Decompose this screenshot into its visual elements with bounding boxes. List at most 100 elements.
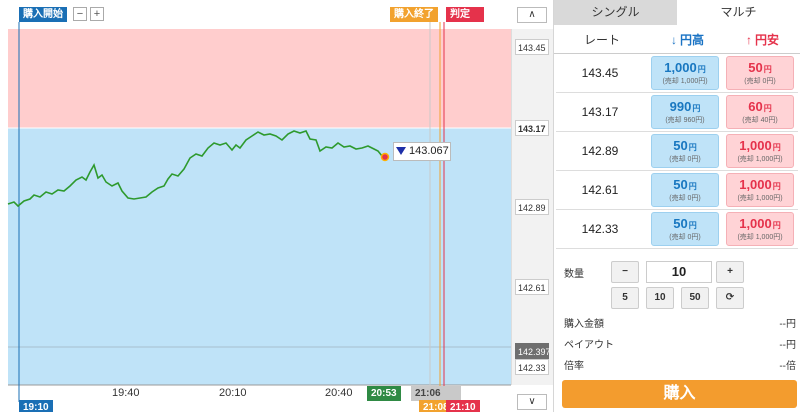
yen-down-buy-button[interactable]: 50円 (売却 0円): [726, 56, 794, 90]
payout-label: ペイアウト: [564, 340, 614, 351]
rate-value: 142.89: [581, 144, 619, 158]
price-line: [7, 130, 386, 208]
quantity-minus-button[interactable]: −: [611, 261, 639, 283]
tab-multi[interactable]: マルチ: [677, 0, 800, 25]
rate-table: 143.45 1,000円 (売却 1,000円) 50円 (売却 0円) 143.17 9…: [554, 54, 800, 249]
tab-bar: シングル マルチ: [554, 0, 800, 25]
price-label-142-61: 142.61: [515, 279, 549, 295]
rate-value: 142.33: [581, 222, 619, 236]
up-price: 1,000円: [652, 60, 718, 77]
up-price-unit: 円: [697, 64, 706, 74]
purchase-amount-value: --円: [779, 319, 796, 330]
time-label: 20:10: [219, 387, 247, 399]
up-price: 50円: [652, 216, 718, 233]
preset-5-button[interactable]: 5: [611, 287, 639, 309]
down-price: 1,000円: [727, 138, 793, 155]
gray-time-tag: 21:06: [411, 386, 461, 401]
down-price-value: 1,000: [739, 176, 772, 192]
down-price: 1,000円: [727, 216, 793, 233]
rate-row: 143.45 1,000円 (売却 1,000円) 50円 (売却 0円): [556, 54, 798, 93]
yen-up-buy-button[interactable]: 1,000円 (売却 1,000円): [651, 56, 719, 90]
preset-10-button[interactable]: 10: [646, 287, 674, 309]
price-chart[interactable]: 購入開始 − + 購入終了 判定 ∧ 143.45 143.17 142.89 …: [0, 0, 553, 412]
down-price: 50円: [727, 60, 793, 77]
rate-value: 143.17: [581, 105, 619, 119]
up-price-value: 50: [673, 137, 688, 153]
up-price-unit: 円: [688, 220, 697, 230]
scroll-up-button[interactable]: ∧: [517, 7, 547, 23]
preset-50-button[interactable]: 50: [681, 287, 709, 309]
up-price-value: 50: [673, 215, 688, 231]
rate-row: 142.33 50円 (売却 0円) 1,000円 (売却 1,000円): [556, 210, 798, 249]
arrow-down-icon: ↓: [670, 32, 677, 47]
down-sell-price: (売却 1,000円): [737, 155, 783, 163]
down-sell-price: (売却 0円): [744, 77, 776, 85]
down-triangle-icon: [396, 147, 406, 155]
price-label-143-17: 143.17: [515, 120, 549, 136]
down-price-unit: 円: [763, 103, 772, 113]
header-down: ↑ 円安: [725, 31, 800, 48]
reset-icon[interactable]: ⟳: [716, 287, 744, 309]
judge-tag: 判定: [446, 7, 484, 22]
quantity-input[interactable]: 10: [646, 261, 712, 283]
yen-up-buy-button[interactable]: 50円 (売却 0円): [651, 173, 719, 207]
trade-panel: シングル マルチ レート ↓ 円高 ↑ 円安 143.45 1,000円 (売却 1,0…: [553, 0, 800, 412]
arrow-up-icon: ↑: [745, 32, 752, 47]
yen-up-buy-button[interactable]: 50円 (売却 0円): [651, 134, 719, 168]
price-label-142-89: 142.89: [515, 199, 549, 215]
yen-down-buy-button[interactable]: 60円 (売却 40円): [726, 95, 794, 129]
down-price-unit: 円: [772, 220, 781, 230]
current-price-dot: [380, 152, 390, 162]
up-price: 990円: [652, 99, 718, 116]
down-price-value: 60: [748, 98, 763, 114]
up-price: 50円: [652, 138, 718, 155]
start-time-tag: 19:10: [19, 400, 53, 412]
yen-down-buy-button[interactable]: 1,000円 (売却 1,000円): [726, 212, 794, 246]
rate-row: 142.89 50円 (売却 0円) 1,000円 (売却 1,000円): [556, 132, 798, 171]
up-sell-price: (売却 0円): [669, 233, 701, 241]
yen-up-buy-button[interactable]: 50円 (売却 0円): [651, 212, 719, 246]
up-price-value: 1,000: [664, 59, 697, 75]
rate-row: 143.17 990円 (売却 960円) 60円 (売却 40円): [556, 93, 798, 132]
down-price-unit: 円: [763, 64, 772, 74]
table-header: レート ↓ 円高 ↑ 円安: [554, 25, 800, 54]
yen-down-buy-button[interactable]: 1,000円 (売却 1,000円): [726, 173, 794, 207]
time-label: 19:40: [112, 387, 140, 399]
header-rate: レート: [583, 32, 620, 47]
up-price: 50円: [652, 177, 718, 194]
judge-time-tag: 21:10: [446, 400, 480, 412]
current-time-tag: 20:53: [367, 386, 401, 401]
up-price-value: 990: [669, 98, 692, 114]
time-label: 20:40: [325, 387, 353, 399]
down-price-value: 50: [748, 59, 763, 75]
up-price-unit: 円: [692, 103, 701, 113]
price-label-142-397: 142.397: [515, 343, 551, 359]
tab-single[interactable]: シングル: [554, 0, 677, 25]
multiplier-value: --倍: [779, 361, 796, 372]
current-price-tooltip: 143.067: [393, 142, 451, 161]
yen-up-buy-button[interactable]: 990円 (売却 960円): [651, 95, 719, 129]
rate-value: 143.45: [581, 66, 619, 80]
purchase-amount-row: 購入金額 --円: [564, 315, 796, 331]
zoom-out-button[interactable]: −: [73, 7, 87, 21]
up-sell-price: (売却 0円): [669, 155, 701, 163]
up-sell-price: (売却 0円): [669, 194, 701, 202]
zoom-in-button[interactable]: +: [90, 7, 104, 21]
payout-value: --円: [779, 340, 796, 351]
up-sell-price: (売却 1,000円): [662, 77, 708, 85]
down-price-unit: 円: [772, 181, 781, 191]
price-label-143-45: 143.45: [515, 39, 549, 55]
down-sell-price: (売却 1,000円): [737, 194, 783, 202]
quantity-plus-button[interactable]: +: [716, 261, 744, 283]
down-price: 60円: [727, 99, 793, 116]
down-sell-price: (売却 1,000円): [737, 233, 783, 241]
payout-row: ペイアウト --円: [564, 336, 796, 352]
yen-down-buy-button[interactable]: 1,000円 (売却 1,000円): [726, 134, 794, 168]
scroll-down-button[interactable]: ∨: [517, 394, 547, 410]
purchase-end-tag: 購入終了: [390, 7, 438, 22]
down-price: 1,000円: [727, 177, 793, 194]
current-price-value: 143.067: [409, 145, 449, 157]
header-up-label: 円高: [679, 32, 704, 47]
buy-button[interactable]: 購入: [562, 380, 797, 408]
purchase-start-tag: 購入開始: [19, 7, 67, 22]
